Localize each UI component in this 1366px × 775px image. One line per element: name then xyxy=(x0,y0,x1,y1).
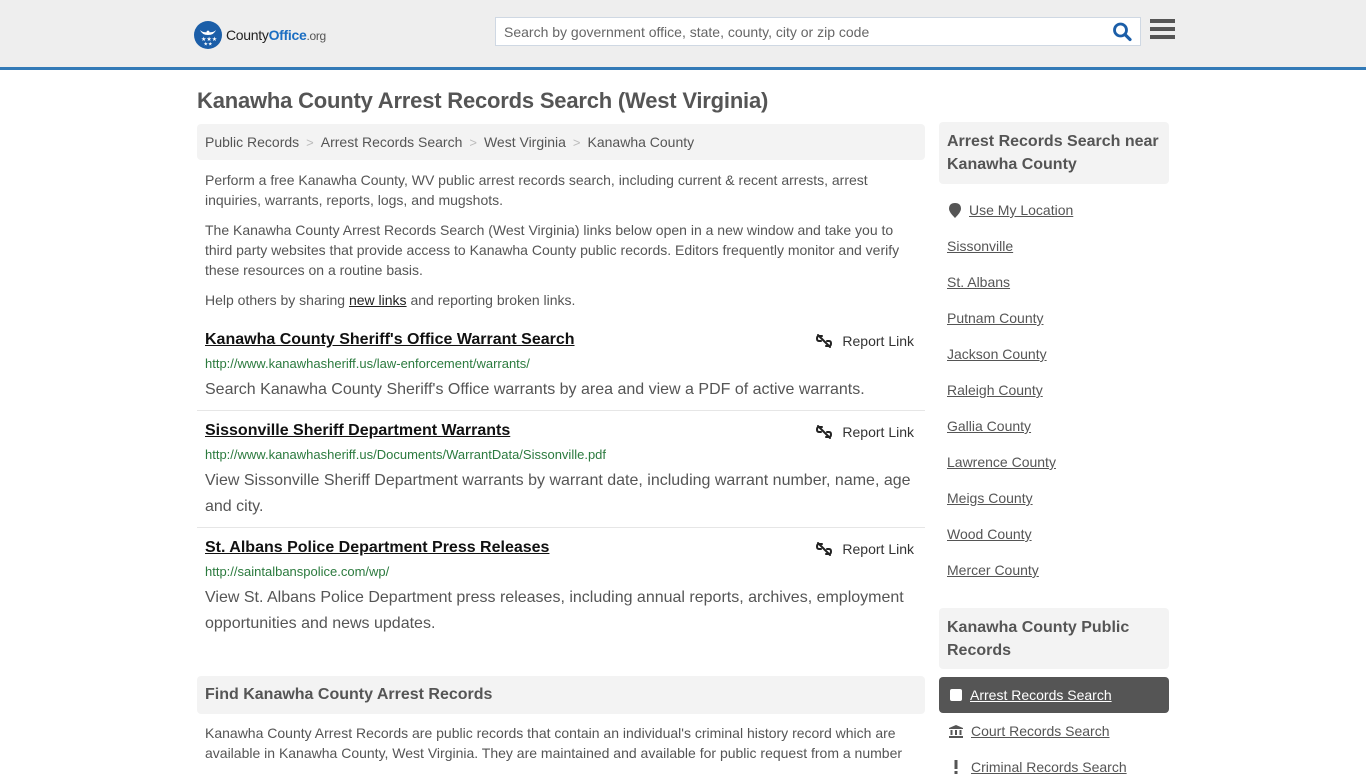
nearby-link-jackson-county[interactable]: Jackson County xyxy=(947,346,1047,362)
nearby-heading: Arrest Records Search near Kanawha Count… xyxy=(939,122,1169,184)
result-description: View St. Albans Police Department press … xyxy=(205,589,904,632)
result-description: Search Kanawha County Sheriff's Office w… xyxy=(205,381,865,398)
nearby-link-lawrence-county[interactable]: Lawrence County xyxy=(947,454,1056,470)
page-title: Kanawha County Arrest Records Search (We… xyxy=(197,88,769,113)
find-arrest-records-heading: Find Kanawha County Arrest Records xyxy=(197,676,925,714)
search-input[interactable] xyxy=(496,18,1096,45)
report-link-button[interactable]: Report Link xyxy=(816,541,914,557)
broken-link-icon xyxy=(816,334,833,348)
new-links-link[interactable]: new links xyxy=(349,292,407,308)
intro-paragraph-2: The Kanawha County Arrest Records Search… xyxy=(205,222,900,278)
site-logo[interactable]: ★★★ ★★ CountyOffice.org xyxy=(194,21,326,49)
breadcrumb-separator: > xyxy=(306,134,314,150)
svg-text:★★: ★★ xyxy=(204,42,213,47)
exclamation-icon xyxy=(954,760,958,774)
result-divider xyxy=(197,410,925,411)
use-my-location: Use My Location xyxy=(949,202,1073,218)
breadcrumb-west-virginia[interactable]: West Virginia xyxy=(484,134,566,150)
result-title-link[interactable]: Sissonville Sheriff Department Warrants xyxy=(205,422,510,440)
public-records-item-criminal-records-search[interactable]: Criminal Records Search xyxy=(949,759,1127,775)
intro-paragraph-3: Help others by sharing new links and rep… xyxy=(205,292,576,308)
public-records-heading: Kanawha County Public Records xyxy=(939,608,1169,669)
result-url: http://saintalbanspolice.com/wp/ xyxy=(205,564,390,579)
hamburger-menu-icon[interactable] xyxy=(1150,19,1175,41)
use-my-location-link[interactable]: Use My Location xyxy=(969,202,1073,218)
logo-text: CountyOffice.org xyxy=(226,27,326,43)
public-records-item-arrest-records-search[interactable]: Arrest Records Search xyxy=(939,677,1169,713)
report-link-button[interactable]: Report Link xyxy=(816,333,914,349)
nearby-link-mercer-county[interactable]: Mercer County xyxy=(947,562,1039,578)
result-title-link[interactable]: St. Albans Police Department Press Relea… xyxy=(205,539,549,557)
broken-link-icon xyxy=(816,542,833,556)
result-description: View Sissonville Sheriff Department warr… xyxy=(205,472,911,515)
breadcrumb-arrest-records-search[interactable]: Arrest Records Search xyxy=(321,134,463,150)
result-title-link[interactable]: Kanawha County Sheriff's Office Warrant … xyxy=(205,331,575,349)
nearby-link-raleigh-county[interactable]: Raleigh County xyxy=(947,382,1043,398)
map-pin-icon xyxy=(949,202,961,218)
breadcrumb-public-records[interactable]: Public Records xyxy=(205,134,299,150)
broken-link-icon xyxy=(816,425,833,439)
find-arrest-records-text: Kanawha County Arrest Records are public… xyxy=(205,725,903,761)
breadcrumb: Public Records > Arrest Records Search >… xyxy=(197,124,925,160)
result-url: http://www.kanawhasheriff.us/Documents/W… xyxy=(205,447,607,462)
nearby-link-putnam-county[interactable]: Putnam County xyxy=(947,310,1044,326)
nearby-link-sissonville[interactable]: Sissonville xyxy=(947,238,1013,254)
report-link-button[interactable]: Report Link xyxy=(816,424,914,440)
search-icon[interactable] xyxy=(1112,22,1134,42)
public-records-item-court-records-search[interactable]: Court Records Search xyxy=(949,723,1110,739)
criminal-records-search-link[interactable]: Criminal Records Search xyxy=(971,759,1127,775)
nearby-link-st-albans[interactable]: St. Albans xyxy=(947,274,1010,290)
breadcrumb-kanawha-county[interactable]: Kanawha County xyxy=(588,134,695,150)
courthouse-icon xyxy=(949,724,963,738)
intro-text: Perform a free Kanawha County, WV public… xyxy=(205,170,917,320)
breadcrumb-separator: > xyxy=(572,134,581,150)
search-box xyxy=(495,17,1141,46)
court-records-search-link[interactable]: Court Records Search xyxy=(971,723,1110,739)
square-icon xyxy=(950,689,962,701)
nearby-link-wood-county[interactable]: Wood County xyxy=(947,526,1032,542)
arrest-records-search-link[interactable]: Arrest Records Search xyxy=(970,687,1112,703)
eagle-stars-logo-icon: ★★★ ★★ xyxy=(194,21,222,49)
intro-paragraph-1: Perform a free Kanawha County, WV public… xyxy=(205,172,868,208)
site-header: ★★★ ★★ CountyOffice.org xyxy=(0,0,1366,70)
result-divider xyxy=(197,527,925,528)
nearby-link-gallia-county[interactable]: Gallia County xyxy=(947,418,1031,434)
nearby-link-meigs-county[interactable]: Meigs County xyxy=(947,490,1033,506)
breadcrumb-separator: > xyxy=(469,134,477,150)
result-url: http://www.kanawhasheriff.us/law-enforce… xyxy=(205,356,530,371)
